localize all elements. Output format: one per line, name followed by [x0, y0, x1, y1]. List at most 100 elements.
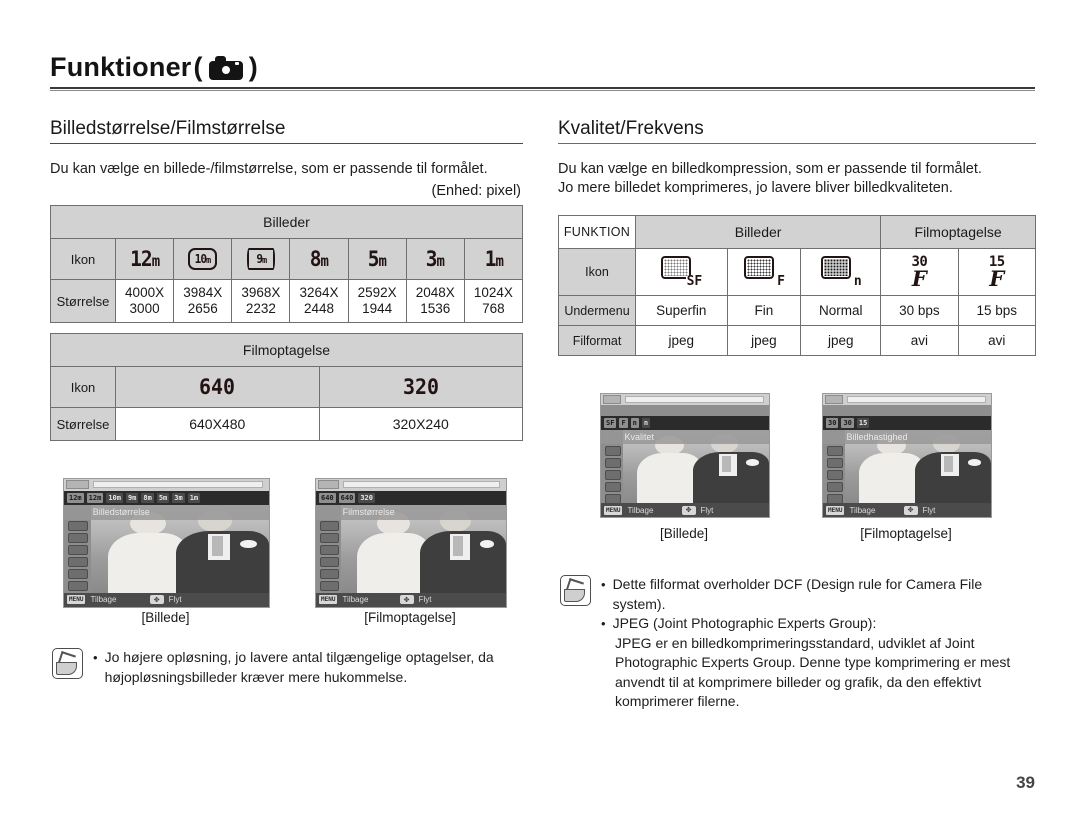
lcd-option[interactable]: 10m [106, 492, 123, 503]
movie-size-group-header: Filmoptagelse [50, 333, 523, 367]
quality-table-corner-label: FUNKTION [558, 215, 636, 249]
lcd-status-bar [823, 394, 991, 406]
menu-icon-exposure[interactable] [319, 557, 339, 568]
lcd-option[interactable]: SF [604, 417, 617, 428]
lcd-option[interactable]: 320 [358, 492, 375, 503]
lcd-back-label: Tilbage [342, 595, 369, 605]
table-row: Billeder [50, 205, 523, 239]
quality-icon-fine: F [726, 248, 802, 296]
menu-icon-area[interactable] [604, 493, 622, 504]
movie-icon-640: 640 [115, 366, 320, 408]
pad-icon[interactable]: ✥ [681, 505, 696, 515]
lcd-option[interactable]: 1m [187, 492, 201, 503]
size-icon-1m: 1m [463, 238, 524, 280]
menu-icon-voice[interactable] [826, 493, 844, 504]
menu-icon-face[interactable] [319, 569, 339, 580]
lcd-option[interactable]: 30 [826, 417, 839, 428]
lcd-status-bar [601, 394, 769, 406]
right-section-title: Kvalitet/Frekvens [558, 118, 704, 139]
movie-size-640: 640X480 [115, 407, 320, 441]
lcd-screenshot-kvalitet: SF F n n Kvalitet MENU Tilbage ✥ Flyt [600, 393, 770, 518]
lcd-option-row: 640 640 320 [316, 490, 506, 505]
lcd-menu-title: Filmstørrelse [316, 504, 506, 520]
lcd-status-bar [316, 479, 506, 491]
lcd-back-label: Tilbage [90, 595, 117, 605]
table-row: FUNKTION Billeder Filmoptagelse [558, 215, 1036, 249]
lcd-option-row: SF F n n [601, 416, 769, 430]
left-note: • Jo højere opløsning, jo lavere antal t… [52, 648, 532, 687]
size-icon-10m: 10m [173, 238, 233, 280]
row-label-ikon: Ikon [50, 238, 116, 280]
menu-icon-quality[interactable] [604, 445, 622, 456]
format-fine: jpeg [726, 325, 802, 356]
quality-icon-normal: n [800, 248, 882, 296]
menu-key-icon[interactable]: MENU [604, 505, 623, 515]
lcd-menu-title: Billedhastighed [823, 429, 991, 445]
camera-icon [208, 55, 243, 80]
manual-page: Funktioner ( ) Billedstørrelse/Filmstørr… [0, 0, 1080, 815]
note-item: • JPEG (Joint Photographic Experts Group… [601, 614, 1038, 634]
row-label-stoerrelse-movie: Størrelse [50, 407, 116, 441]
size-icon-8m: 8m [289, 238, 349, 280]
left-column: Billedstørrelse/Filmstørrelse Du kan væl… [50, 118, 524, 441]
menu-key-icon[interactable]: MENU [826, 505, 845, 515]
lcd-move-label: Flyt [418, 595, 432, 605]
note-pen-icon [52, 648, 83, 679]
menu-icon-exposure[interactable] [826, 469, 844, 480]
lcd-option[interactable]: 9m [125, 492, 139, 503]
lcd-option[interactable]: 3m [172, 492, 185, 503]
menu-icon-wb[interactable] [68, 557, 89, 568]
menu-icon-quality[interactable] [319, 533, 339, 544]
lcd-option[interactable]: 15 [856, 417, 870, 428]
lcd-option[interactable]: 640 [319, 492, 336, 503]
menu-icon-face[interactable] [604, 481, 622, 492]
lcd-option[interactable]: 12m [86, 492, 104, 503]
menu-icon-wb[interactable] [604, 469, 622, 480]
caption-filmoptagelse-left: [Filmoptagelse] [364, 610, 456, 625]
menu-icon-face[interactable] [826, 481, 844, 492]
right-column: Kvalitet/Frekvens Du kan vælge en billed… [558, 118, 1037, 356]
lcd-option[interactable]: 30 [841, 417, 854, 428]
lcd-option[interactable]: n [641, 417, 651, 428]
menu-key-icon[interactable]: MENU [67, 595, 86, 605]
menu-icon-voice[interactable] [319, 581, 339, 592]
menu-icon-iso[interactable] [68, 545, 89, 556]
menu-icon-wb[interactable] [826, 457, 844, 468]
format-15bps: avi [957, 325, 1037, 356]
size-icon-3m: 3m [405, 238, 465, 280]
lcd-screenshot-billedhastighed: 30 30 15 Billedhastighed MENU Tilbage ✥ … [822, 393, 992, 518]
menu-icon-size[interactable] [68, 521, 89, 532]
note-text: Dette filformat overholder DCF (Design r… [612, 576, 983, 612]
menu-icon-movie-size[interactable] [319, 521, 339, 532]
lcd-move-label: Flyt [168, 595, 182, 605]
pad-icon[interactable]: ✥ [399, 595, 414, 605]
pad-icon[interactable]: ✥ [149, 595, 164, 605]
menu-key-icon[interactable]: MENU [319, 595, 338, 605]
note-item: • Jo højere opløsning, jo lavere antal t… [93, 648, 532, 687]
lcd-screenshot-billedstoerrelse: 12m 12m 10m 9m 8m 5m 3m 1m Billedstørrel… [63, 478, 270, 608]
page-number: 39 [1016, 773, 1035, 792]
lcd-option[interactable]: F [619, 417, 628, 428]
pad-icon[interactable]: ✥ [903, 505, 918, 515]
caption-billede-right: [Billede] [659, 526, 709, 541]
menu-icon-framerate[interactable] [826, 445, 844, 456]
lcd-sidebar-icons [602, 445, 624, 504]
left-intro-text: Du kan vælge en billede-/filmstørrelse, … [50, 161, 488, 177]
menu-icon-area[interactable] [68, 581, 89, 592]
menu-icon-wb[interactable] [319, 545, 339, 556]
menu-icon-face[interactable] [68, 569, 89, 580]
menu-icon-quality[interactable] [68, 533, 89, 544]
menu-icon-iso[interactable] [604, 457, 622, 468]
quality-icon-superfine: SF [635, 248, 728, 296]
lcd-option[interactable]: 12m [67, 492, 84, 503]
format-30bps: avi [880, 325, 959, 356]
lcd-option[interactable]: n [630, 417, 639, 428]
lcd-option[interactable]: 5m [156, 492, 170, 503]
page-header: Funktioner ( ) [50, 52, 1035, 91]
bullet-icon: • [601, 577, 606, 592]
lcd-move-label: Flyt [700, 505, 714, 515]
lcd-option[interactable]: 640 [338, 492, 356, 503]
bullet-icon: • [93, 650, 98, 665]
lcd-option[interactable]: 8m [141, 492, 154, 503]
left-section-rule [50, 143, 523, 144]
